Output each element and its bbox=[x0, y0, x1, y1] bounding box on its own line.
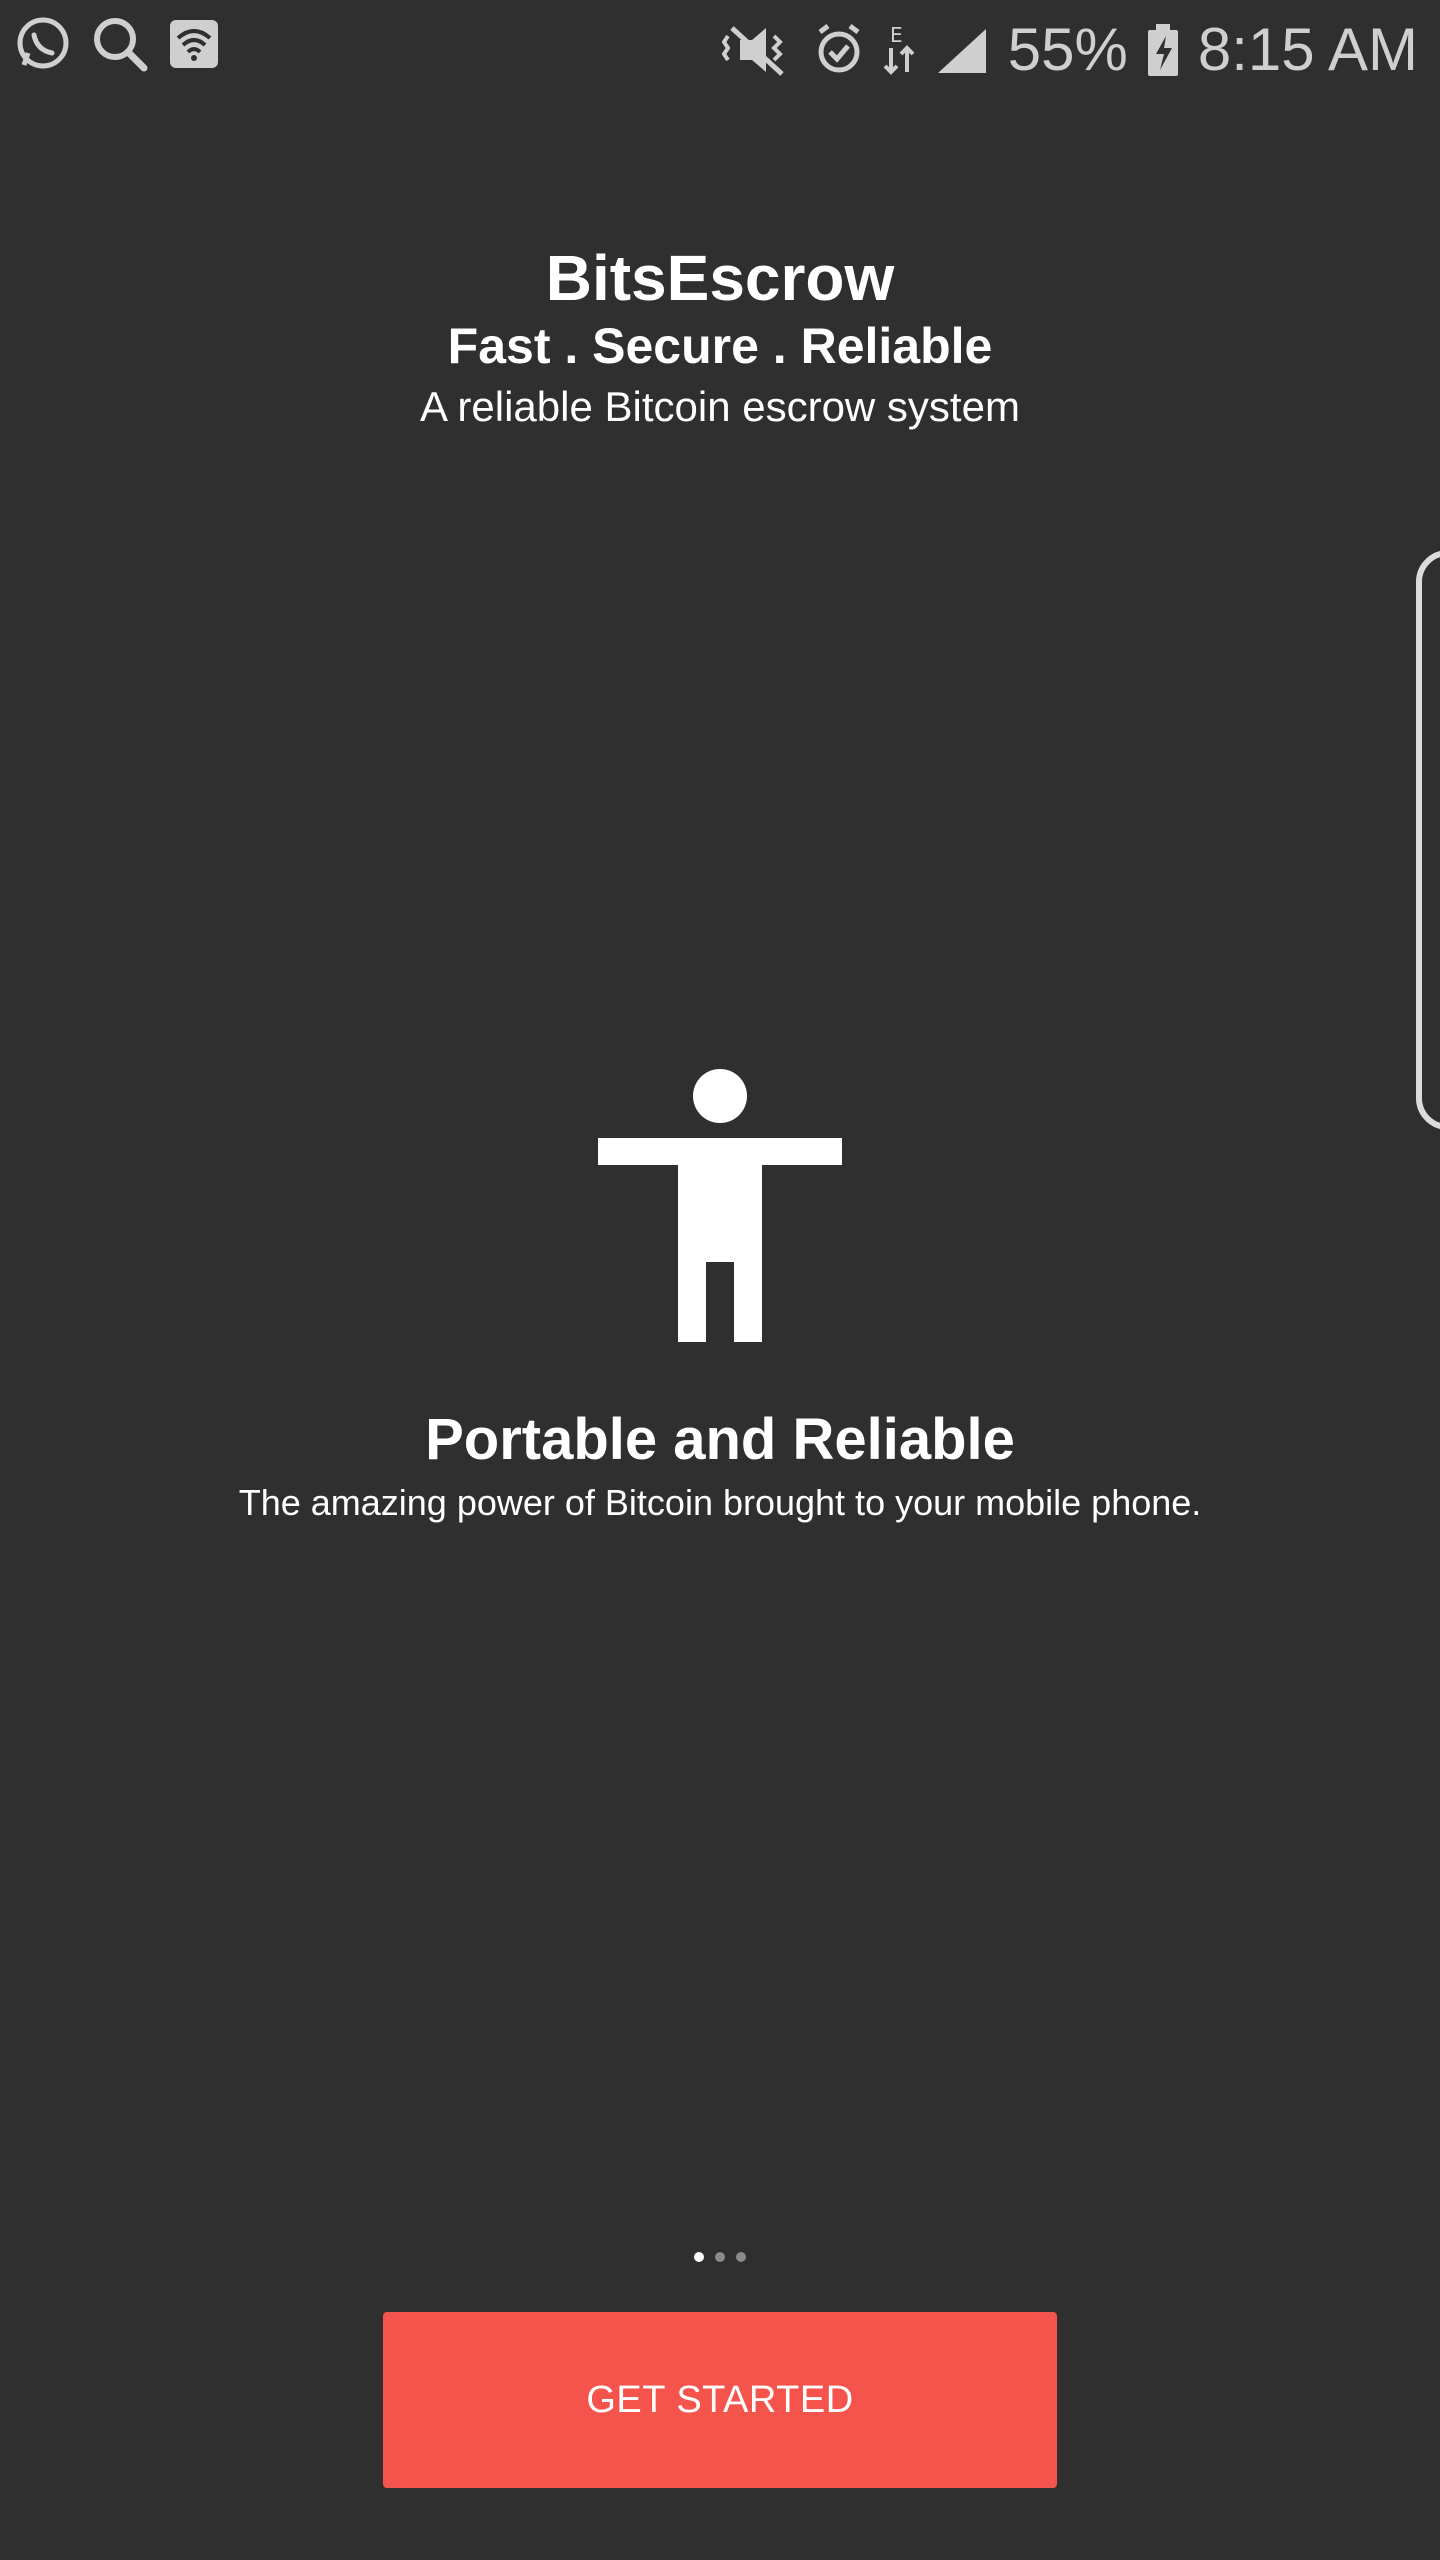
wifi-icon bbox=[168, 18, 220, 70]
app-subtitle: A reliable Bitcoin escrow system bbox=[420, 383, 1020, 430]
page-dot-3[interactable] bbox=[736, 2252, 746, 2262]
whatsapp-icon bbox=[14, 15, 72, 73]
battery-charging-icon bbox=[1146, 22, 1180, 78]
get-started-button[interactable]: GET STARTED bbox=[383, 2312, 1057, 2488]
mute-icon bbox=[721, 22, 796, 78]
page-indicator bbox=[0, 2252, 1440, 2262]
hero-section: BitsEscrow Fast . Secure . Reliable A re… bbox=[0, 240, 1440, 434]
status-time: 8:15 AM bbox=[1197, 16, 1418, 83]
signal-icon bbox=[934, 25, 990, 75]
app-tagline: Fast . Secure . Reliable bbox=[447, 318, 993, 374]
app-title: BitsEscrow bbox=[545, 242, 895, 314]
feature-section: Portable and Reliable The amazing power … bbox=[0, 1400, 1440, 1526]
edge-panel-handle[interactable] bbox=[1416, 550, 1440, 1130]
status-bar: E 55% 8:15 AM bbox=[0, 0, 1440, 100]
battery-percentage: 55% bbox=[1007, 16, 1128, 83]
page-dot-1[interactable] bbox=[694, 2252, 704, 2262]
feature-description: The amazing power of Bitcoin brought to … bbox=[238, 1482, 1202, 1523]
svg-text:E: E bbox=[890, 23, 903, 47]
page-dot-2[interactable] bbox=[715, 2252, 725, 2262]
alarm-icon bbox=[814, 22, 864, 78]
feature-title: Portable and Reliable bbox=[425, 1407, 1015, 1472]
status-bar-right: E 55% 8:15 AM bbox=[721, 12, 1418, 88]
data-arrows-icon: E bbox=[882, 22, 916, 78]
get-started-label: GET STARTED bbox=[586, 2378, 854, 2421]
person-standing-icon bbox=[598, 1068, 842, 1342]
search-icon bbox=[90, 14, 150, 74]
status-bar-left bbox=[14, 14, 220, 74]
